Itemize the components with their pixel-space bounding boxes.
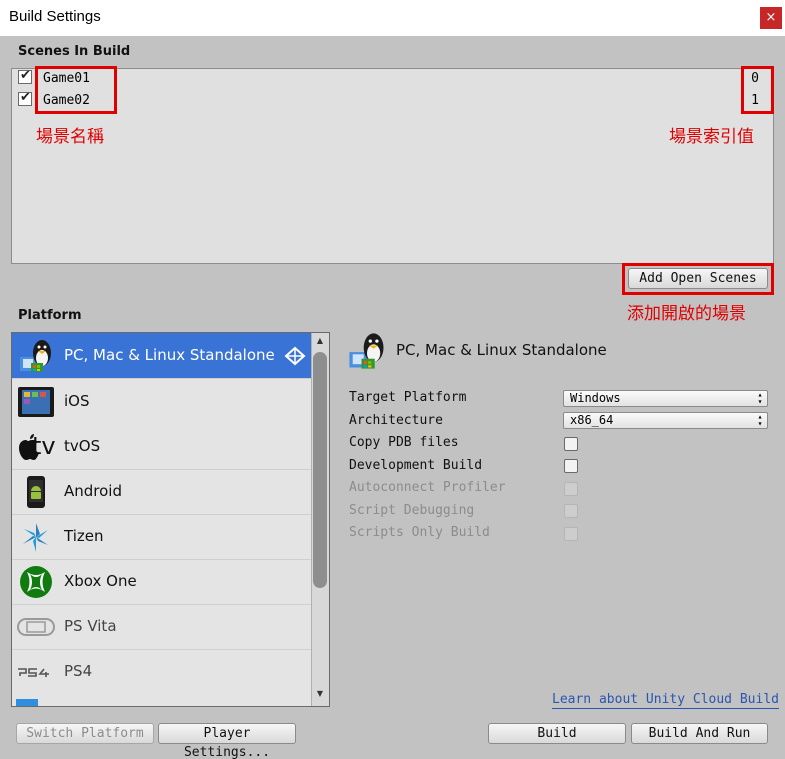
target-platform-value: Windows: [570, 391, 621, 405]
scroll-down-arrow[interactable]: ▼: [313, 689, 327, 701]
scripts-only-build-checkbox: [564, 527, 578, 541]
script-debugging-checkbox: [564, 504, 578, 518]
ps-vita-icon: [17, 618, 55, 636]
platform-item-tizen[interactable]: Tizen: [12, 514, 312, 559]
architecture-label: Architecture: [349, 413, 443, 428]
copy-pdb-checkbox[interactable]: [564, 437, 578, 451]
scene-name-annotation: 場景名稱: [36, 127, 104, 147]
ps4-logo: [18, 668, 49, 677]
close-button[interactable]: ×: [760, 7, 782, 29]
switch-platform-button[interactable]: Switch Platform: [16, 723, 154, 744]
scroll-up-arrow[interactable]: ▲: [313, 336, 327, 348]
scene-index-highlight: [741, 66, 774, 114]
scripts-only-build-label: Scripts Only Build: [349, 525, 490, 540]
platform-item-android[interactable]: Android: [12, 469, 312, 514]
architecture-value: x86_64: [570, 413, 614, 427]
autoconnect-profiler-label: Autoconnect Profiler: [349, 480, 506, 495]
window-title: Build Settings: [9, 8, 101, 25]
title-bar: [0, 0, 785, 36]
player-settings-button[interactable]: Player Settings...: [158, 723, 296, 759]
architecture-dropdown[interactable]: x86_64 ▴ ▾: [563, 412, 768, 429]
platform-item-ios[interactable]: iOS: [12, 379, 312, 424]
scene-checkbox[interactable]: [18, 90, 32, 106]
platform-label: tvOS: [64, 437, 101, 455]
build-button[interactable]: Build: [488, 723, 626, 744]
script-debugging-label: Script Debugging: [349, 503, 475, 518]
platform-label: Android: [64, 482, 122, 500]
platform-label: Tizen: [64, 527, 104, 545]
ipad-icon: [18, 387, 54, 417]
platform-label: iOS: [64, 392, 90, 410]
android-phone-icon: [27, 476, 45, 508]
tv-wordmark: tv: [32, 432, 56, 460]
scene-checkbox[interactable]: [18, 68, 32, 84]
scenes-in-build-label: Scenes In Build: [18, 44, 131, 59]
autoconnect-profiler-checkbox: [564, 482, 578, 496]
platform-label: PS Vita: [64, 617, 117, 635]
add-open-scenes-annotation: 添加開啟的場景: [627, 304, 746, 324]
platform-label: PS4: [64, 662, 93, 680]
dropdown-arrows-icon: ▴ ▾: [757, 412, 763, 428]
windows-store-icon: [16, 699, 38, 706]
scene-index-annotation: 場景索引值: [669, 127, 754, 147]
platform-item-pc-standalone[interactable]: PC, Mac & Linux Standalone: [12, 333, 312, 378]
development-build-checkbox[interactable]: [564, 459, 578, 473]
scene-row[interactable]: Game02 1: [18, 90, 770, 112]
scrollbar-thumb[interactable]: [313, 352, 327, 588]
platform-label: Platform: [18, 308, 82, 323]
learn-cloud-build-link[interactable]: Learn about Unity Cloud Build: [552, 692, 779, 709]
target-platform-label: Target Platform: [349, 390, 467, 405]
platform-item-tvos[interactable]: tv tvOS: [12, 424, 312, 469]
platform-item-ps-vita[interactable]: PS Vita: [12, 604, 312, 649]
platform-item-ps4[interactable]: PS4: [12, 649, 312, 694]
copy-pdb-label: Copy PDB files: [349, 435, 459, 450]
xbox-icon: [20, 566, 52, 598]
pc-standalone-icon: [20, 340, 51, 372]
unity-current-icon: [284, 346, 306, 366]
development-build-label: Development Build: [349, 458, 483, 473]
platform-label: PC, Mac & Linux Standalone: [64, 346, 275, 364]
settings-heading: PC, Mac & Linux Standalone: [396, 341, 607, 359]
target-platform-dropdown[interactable]: Windows ▴ ▾: [563, 390, 768, 407]
add-open-scenes-button[interactable]: Add Open Scenes: [628, 268, 768, 289]
platform-label: Xbox One: [64, 572, 137, 590]
tizen-icon: [23, 523, 48, 552]
build-and-run-button[interactable]: Build And Run: [631, 723, 768, 744]
platform-item-xbox-one[interactable]: Xbox One: [12, 559, 312, 604]
scene-row[interactable]: Game01 0: [18, 68, 770, 90]
pc-standalone-icon: [349, 333, 384, 369]
platform-list: PC, Mac & Linux Standalone iOS tv tvOS A…: [11, 332, 330, 707]
dropdown-arrows-icon: ▴ ▾: [757, 390, 763, 406]
scene-name-highlight: [35, 66, 117, 114]
